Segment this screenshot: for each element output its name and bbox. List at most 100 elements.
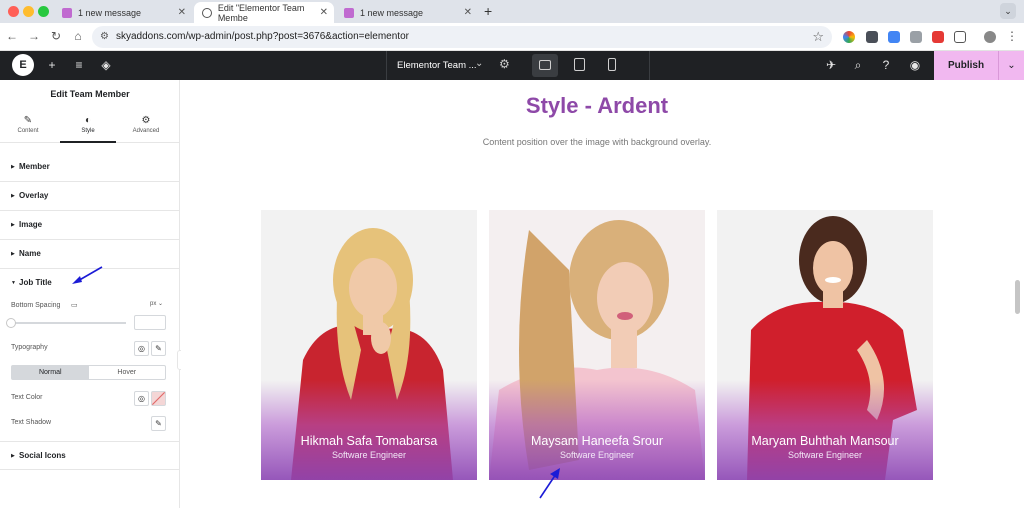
address-bar: ← → ↻ ⌂ ⚙ skyaddons.com/wp-admin/post.ph… xyxy=(0,23,1024,51)
page-settings-icon[interactable]: ⚙ xyxy=(499,57,510,71)
reload-icon[interactable]: ↻ xyxy=(48,29,64,43)
member-name: Maysam Haneefa Srour xyxy=(530,434,663,448)
tab-content[interactable]: ✎ Content xyxy=(0,113,56,143)
section-image[interactable]: ▶ Image xyxy=(0,211,180,240)
section-social-icons[interactable]: ▶ Social Icons xyxy=(0,441,180,470)
team-member-card[interactable]: Hikmah Safa Tomabarsa Software Engineer xyxy=(261,210,477,480)
bottom-spacing-slider-handle[interactable] xyxy=(6,318,16,328)
color-picker-swatch[interactable] xyxy=(151,391,166,406)
extension-translate-icon[interactable] xyxy=(888,31,900,43)
publish-options-chevron-icon[interactable]: ⌄ xyxy=(998,51,1024,80)
global-color-icon[interactable]: ◎ xyxy=(134,391,149,406)
site-favicon-icon xyxy=(344,7,354,18)
responsive-desktop-icon[interactable]: ▭ xyxy=(71,301,78,309)
extension-image-icon[interactable] xyxy=(910,31,922,43)
caret-right-icon: ▶ xyxy=(11,453,15,459)
site-settings-icon[interactable]: ≡ xyxy=(72,58,86,72)
section-label: Job Title xyxy=(19,278,52,287)
back-icon[interactable]: ← xyxy=(4,29,20,43)
text-shadow-label: Text Shadow xyxy=(11,419,52,426)
profile-avatar[interactable] xyxy=(984,31,996,43)
panel-title: Edit Team Member xyxy=(50,89,130,99)
help-icon[interactable]: ? xyxy=(879,58,893,72)
notifications-rocket-icon[interactable]: ✈ xyxy=(824,58,838,72)
elementor-top-bar: E + ≡ ◈ Elementor Team ... ⌄ ⚙ ✈ ⌕ ? ◉ P… xyxy=(0,51,1024,80)
extension-color-icon[interactable] xyxy=(843,31,855,43)
hover-state-tab[interactable]: Hover xyxy=(89,366,166,379)
member-job-title: Software Engineer xyxy=(331,450,407,460)
chevron-down-icon[interactable]: ⌄ xyxy=(158,300,163,307)
team-member-card[interactable]: Maryam Buhthah Mansour Software Engineer xyxy=(717,210,933,480)
member-name: Hikmah Safa Tomabarsa xyxy=(300,434,438,448)
tab-label: Content xyxy=(17,128,39,134)
state-toggle: Normal Hover xyxy=(11,365,166,380)
card-gradient-overlay xyxy=(489,380,705,480)
panel-tabs: ✎ Content ◐ Style ⚙ Advanced xyxy=(0,113,180,143)
home-icon[interactable]: ⌂ xyxy=(70,29,86,43)
tab-title: 1 new message xyxy=(360,7,424,18)
new-tab-icon[interactable]: + xyxy=(484,3,492,19)
maximize-window-button[interactable] xyxy=(38,6,49,17)
edit-text-shadow-icon[interactable]: ✎ xyxy=(151,416,166,431)
team-member-card[interactable]: Maysam Haneefa Srour Software Engineer xyxy=(489,210,705,480)
card-gradient-overlay xyxy=(717,380,933,480)
section-label: Overlay xyxy=(19,191,49,200)
structure-layers-icon[interactable]: ◈ xyxy=(99,58,113,72)
tab-search-chevron-icon[interactable]: ⌄ xyxy=(1000,3,1016,19)
close-tab-icon[interactable]: ✕ xyxy=(464,7,472,18)
section-label: Social Icons xyxy=(19,451,66,460)
tab-label: Advanced xyxy=(132,128,160,134)
add-element-icon[interactable]: + xyxy=(45,58,59,72)
publish-button[interactable]: Publish xyxy=(934,51,998,80)
tab-advanced[interactable]: ⚙ Advanced xyxy=(118,113,174,143)
chevron-down-icon[interactable]: ⌄ xyxy=(475,58,483,69)
section-label: Image xyxy=(19,220,43,229)
tab-style[interactable]: ◐ Style xyxy=(60,113,116,143)
site-favicon-icon xyxy=(62,7,72,18)
normal-state-tab[interactable]: Normal xyxy=(12,366,89,379)
caret-right-icon: ▶ xyxy=(11,164,15,170)
section-member[interactable]: ▶ Member xyxy=(0,153,180,182)
annotation-arrow-icon xyxy=(539,468,560,499)
page-scrollbar[interactable] xyxy=(1015,280,1020,314)
extension-red-icon[interactable] xyxy=(932,31,944,43)
unit-selector[interactable]: px xyxy=(150,301,156,307)
bottom-spacing-input[interactable] xyxy=(134,315,166,330)
section-overlay[interactable]: ▶ Overlay xyxy=(0,182,180,211)
elementor-logo-icon[interactable]: E xyxy=(12,54,34,76)
minimize-window-button[interactable] xyxy=(23,6,34,17)
section-label: Name xyxy=(19,249,41,258)
desktop-icon[interactable] xyxy=(539,60,551,70)
document-title[interactable]: Elementor Team ... xyxy=(397,60,477,71)
global-typography-icon[interactable]: ◎ xyxy=(134,341,149,356)
editor-panel: Edit Team Member ✎ Content ◐ Style ⚙ Adv… xyxy=(0,80,180,508)
bottom-spacing-slider-track[interactable] xyxy=(11,322,126,324)
tab-label: Style xyxy=(81,128,95,134)
browser-tab-1[interactable]: 1 new message ✕ xyxy=(54,2,192,23)
card-gradient-overlay xyxy=(261,380,477,480)
forward-icon[interactable]: → xyxy=(26,29,42,43)
close-tab-icon[interactable]: ✕ xyxy=(178,7,186,18)
bookmark-star-icon[interactable]: ☆ xyxy=(812,29,824,45)
section-heading: Style - Ardent xyxy=(525,93,669,118)
pencil-icon: ✎ xyxy=(23,115,33,126)
search-icon[interactable]: ⌕ xyxy=(851,58,865,73)
browser-tab-2[interactable]: Edit "Elementor Team Membe ✕ xyxy=(194,2,334,23)
extensions-puzzle-icon[interactable] xyxy=(954,31,966,43)
preview-eye-icon[interactable]: ◉ xyxy=(908,58,922,72)
browser-tab-3[interactable]: 1 new message ✕ xyxy=(336,2,478,23)
bottom-spacing-label: Bottom Spacing xyxy=(11,302,61,309)
close-window-button[interactable] xyxy=(8,6,19,17)
annotation-arrow-icon xyxy=(72,266,103,284)
typography-label: Typography xyxy=(11,344,48,351)
extension-shield-icon[interactable] xyxy=(866,31,878,43)
member-name: Maryam Buhthah Mansour xyxy=(751,434,899,448)
browser-menu-icon[interactable]: ⋮ xyxy=(1004,29,1020,43)
url-field[interactable]: ⚙ skyaddons.com/wp-admin/post.php?post=3… xyxy=(92,26,832,48)
edit-typography-icon[interactable]: ✎ xyxy=(151,341,166,356)
caret-right-icon: ▶ xyxy=(11,222,15,228)
tablet-icon[interactable] xyxy=(574,58,585,71)
mobile-icon[interactable] xyxy=(608,58,616,71)
site-info-icon[interactable]: ⚙ xyxy=(100,31,109,42)
close-tab-icon[interactable]: ✕ xyxy=(320,7,328,18)
